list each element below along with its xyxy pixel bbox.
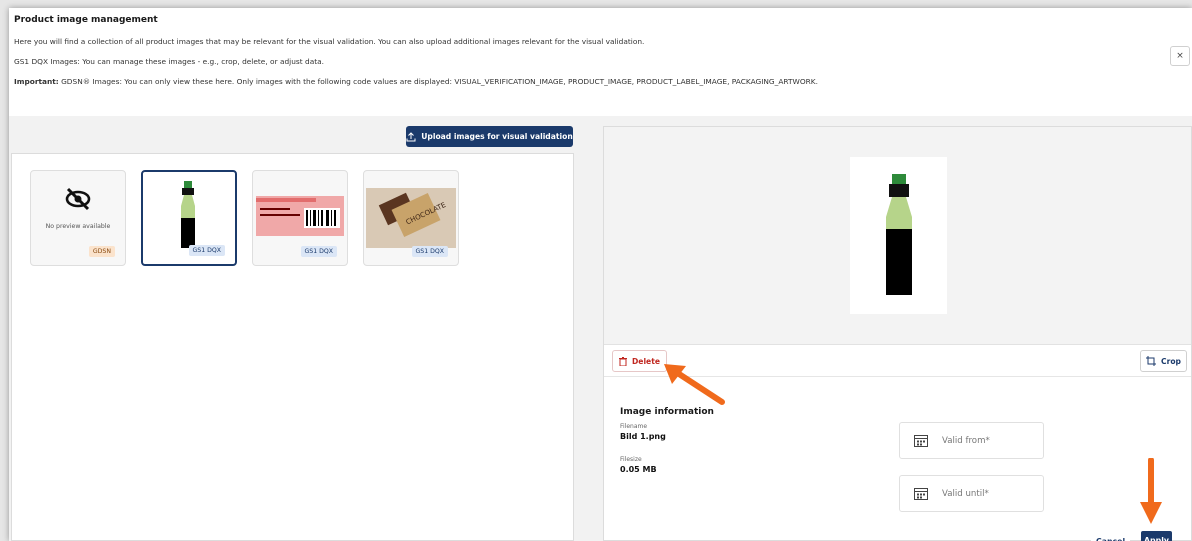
preview-image [850, 157, 947, 314]
image-information-heading: Image information [620, 407, 714, 417]
eye-slash-icon [65, 187, 91, 211]
source-badge: GS1 DQX [188, 245, 225, 256]
modal: Product image management Here you will f… [9, 8, 1192, 541]
thumbnail-chocolate[interactable]: CHOCOLATE GS1 DQX [363, 170, 459, 266]
no-preview-text: No preview available [45, 223, 111, 230]
upload-icon [406, 131, 416, 141]
image-preview-area [604, 127, 1191, 345]
crop-button[interactable]: Crop [1140, 350, 1187, 372]
trash-icon [619, 356, 627, 366]
thumbnail-gdsn[interactable]: No preview available GDSN [30, 170, 126, 266]
bottle-image [163, 178, 215, 254]
valid-from-field[interactable]: Valid from* [899, 422, 1044, 459]
label-image [256, 196, 344, 236]
upload-button-label: Upload images for visual validation [421, 132, 573, 141]
calendar-icon [914, 488, 928, 500]
thumbnail-bottle[interactable]: GS1 DQX [141, 170, 237, 266]
page-title: Product image management [14, 15, 158, 25]
filesize-label: Filesize [620, 456, 642, 463]
close-button[interactable]: × [1170, 46, 1190, 66]
filename-label: Filename [620, 423, 648, 430]
filename-value: Bild 1.png [620, 432, 666, 441]
source-badge: GS1 DQX [300, 246, 337, 257]
gdsn-info-text: Important: GDSN® Images: You can only vi… [14, 77, 818, 86]
delete-label: Delete [632, 356, 660, 366]
filesize-value: 0.05 MB [620, 465, 657, 474]
image-gallery: No preview available GDSN GS1 DQX GS1 DQ… [11, 153, 574, 541]
image-detail-panel: Delete Crop Image information Filename B… [603, 126, 1192, 541]
source-badge: GDSN [88, 246, 115, 257]
upload-images-button[interactable]: Upload images for visual validation [406, 126, 573, 147]
modal-header: Product image management Here you will f… [9, 8, 1192, 116]
image-toolbar: Delete Crop [604, 345, 1191, 377]
valid-until-field[interactable]: Valid until* [899, 475, 1044, 512]
dqx-info-text: GS1 DQX Images: You can manage these ima… [14, 57, 325, 66]
source-badge: GS1 DQX [411, 246, 448, 257]
valid-until-placeholder: Valid until* [942, 488, 989, 499]
valid-from-placeholder: Valid from* [942, 435, 990, 446]
chocolate-image: CHOCOLATE [366, 188, 456, 248]
intro-text: Here you will find a collection of all p… [14, 37, 645, 46]
calendar-icon [914, 435, 928, 447]
delete-button[interactable]: Delete [612, 350, 667, 372]
cancel-button[interactable]: Cancel [1091, 533, 1131, 541]
crop-icon [1146, 356, 1157, 366]
crop-label: Crop [1161, 356, 1181, 366]
thumbnail-label[interactable]: GS1 DQX [252, 170, 348, 266]
apply-button[interactable]: Apply [1141, 531, 1172, 541]
